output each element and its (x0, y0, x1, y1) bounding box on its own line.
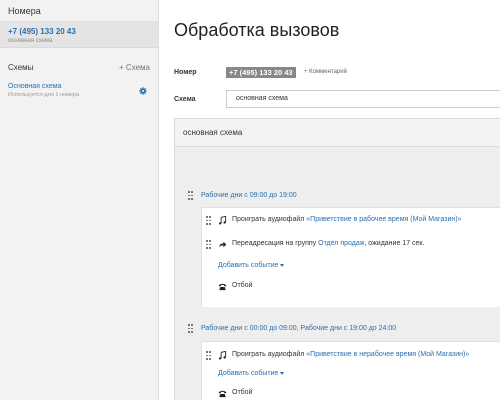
add-event-dropdown[interactable]: Добавить событие (218, 370, 285, 377)
rule-events-offhours: Проиграть аудиофайл «Приветствие в нераб… (201, 341, 500, 400)
drag-handle-icon[interactable] (206, 216, 211, 225)
rule-title-offhours[interactable]: Рабочие дни с 00:00 до 09:00, Рабочие дн… (201, 325, 396, 332)
event-play-audio: Проиграть аудиофайл «Приветствие в рабоч… (232, 216, 461, 223)
caret-down-icon (280, 263, 285, 267)
phone-icon (218, 390, 227, 398)
event-text: Переадресация на группу (232, 240, 319, 247)
page-title: Обработка вызовов (174, 20, 340, 40)
add-comment-link[interactable]: + Комментарий (304, 69, 347, 75)
gear-icon[interactable] (139, 87, 147, 95)
drag-handle-icon[interactable] (206, 240, 211, 249)
add-event-label: Добавить событие (218, 370, 279, 377)
event-hangup: Отбой (232, 282, 253, 289)
audio-file-link[interactable]: «Приветствие в нерабочее время (Мой Мага… (306, 351, 469, 358)
sidebar: Номера +7 (495) 133 20 43 основная схема… (0, 0, 159, 400)
scheme-usage: Используется для 1 номера (8, 92, 79, 98)
redirect-arrow-icon (219, 241, 227, 248)
rule-events-workdays: Проиграть аудиофайл «Приветствие в рабоч… (201, 207, 500, 307)
group-link[interactable]: Отдел продаж (318, 240, 364, 247)
music-note-icon (218, 216, 227, 225)
add-event-label: Добавить событие (218, 262, 279, 269)
number-scheme: основная схема (8, 38, 53, 44)
scheme-select[interactable]: основная схема (226, 90, 500, 108)
numbers-header: Номера (0, 0, 158, 22)
phone-icon (218, 283, 227, 291)
event-text: Проиграть аудиофайл (232, 216, 307, 223)
scheme-label: Схема (174, 96, 196, 103)
event-hangup: Отбой (232, 389, 253, 396)
number-item[interactable]: +7 (495) 133 20 43 основная схема (0, 22, 158, 48)
audio-file-link[interactable]: «Приветствие в рабочее время (Мой Магази… (306, 216, 461, 223)
number-value: +7 (495) 133 20 43 (8, 27, 76, 36)
drag-handle-icon[interactable] (188, 324, 193, 333)
main-content: Обработка вызовов Номер +7 (495) 133 20 … (160, 0, 500, 400)
schemes-header-label: Схемы (8, 62, 34, 72)
scheme-name: Основная схема (8, 83, 62, 90)
panel-title: основная схема (175, 119, 500, 147)
add-event-dropdown[interactable]: Добавить событие (218, 262, 285, 269)
scheme-item[interactable]: Основная схема Используется для 1 номера (0, 83, 158, 98)
scheme-panel: основная схема Рабочие дни с 09:00 до 19… (174, 118, 500, 400)
event-redirect: Переадресация на группу Отдел продаж, ож… (232, 240, 424, 247)
number-badge: +7 (495) 133 20 43 (226, 67, 296, 78)
caret-down-icon (280, 371, 285, 375)
number-label: Номер (174, 69, 197, 76)
schemes-header: Схемы + Схема (0, 60, 158, 74)
event-play-audio: Проиграть аудиофайл «Приветствие в нераб… (232, 351, 469, 358)
drag-handle-icon[interactable] (206, 351, 211, 360)
drag-handle-icon[interactable] (188, 191, 193, 200)
add-scheme-button[interactable]: + Схема (119, 63, 150, 72)
event-text: Проиграть аудиофайл (232, 351, 307, 358)
panel-body: Рабочие дни с 09:00 до 19:00 Проиграть а… (175, 147, 500, 400)
rule-title-workdays[interactable]: Рабочие дни с 09:00 до 19:00 (201, 192, 297, 199)
music-note-icon (218, 351, 227, 360)
event-text-suffix: , ожидание 17 сек. (364, 240, 425, 247)
